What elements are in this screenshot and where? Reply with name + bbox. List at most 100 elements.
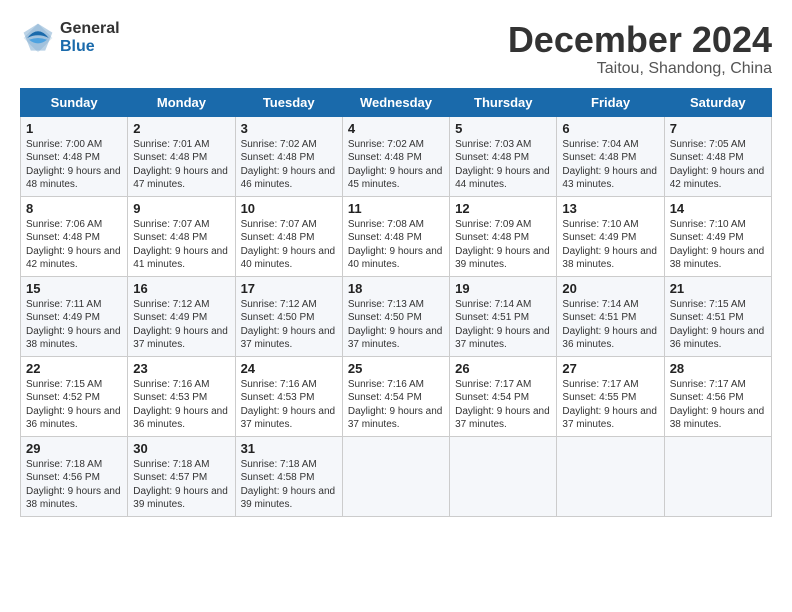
cell-sunrise: Sunrise: 7:10 AM <box>562 219 638 230</box>
table-row: 9 Sunrise: 7:07 AM Sunset: 4:48 PM Dayli… <box>128 196 235 276</box>
table-row: 21 Sunrise: 7:15 AM Sunset: 4:51 PM Dayl… <box>664 276 771 356</box>
table-row: 31 Sunrise: 7:18 AM Sunset: 4:58 PM Dayl… <box>235 436 342 516</box>
cell-sunset: Sunset: 4:48 PM <box>241 152 315 163</box>
cell-sunset: Sunset: 4:49 PM <box>26 312 100 323</box>
cell-sunrise: Sunrise: 7:18 AM <box>133 459 209 470</box>
cell-sunset: Sunset: 4:49 PM <box>133 312 207 323</box>
day-number: 25 <box>348 361 444 376</box>
cell-sunset: Sunset: 4:50 PM <box>241 312 315 323</box>
day-number: 3 <box>241 121 337 136</box>
table-row: 14 Sunrise: 7:10 AM Sunset: 4:49 PM Dayl… <box>664 196 771 276</box>
cell-daylight: Daylight: 9 hours and 36 minutes. <box>26 406 121 431</box>
day-number: 12 <box>455 201 551 216</box>
table-row: 2 Sunrise: 7:01 AM Sunset: 4:48 PM Dayli… <box>128 116 235 196</box>
cell-sunrise: Sunrise: 7:17 AM <box>562 379 638 390</box>
col-monday: Monday <box>128 88 235 116</box>
cell-sunset: Sunset: 4:51 PM <box>670 312 744 323</box>
cell-daylight: Daylight: 9 hours and 46 minutes. <box>241 166 336 191</box>
cell-sunrise: Sunrise: 7:16 AM <box>348 379 424 390</box>
cell-sunset: Sunset: 4:48 PM <box>26 232 100 243</box>
day-number: 17 <box>241 281 337 296</box>
cell-sunrise: Sunrise: 7:06 AM <box>26 219 102 230</box>
cell-sunrise: Sunrise: 7:14 AM <box>562 299 638 310</box>
table-row: 30 Sunrise: 7:18 AM Sunset: 4:57 PM Dayl… <box>128 436 235 516</box>
table-row <box>557 436 664 516</box>
table-row: 29 Sunrise: 7:18 AM Sunset: 4:56 PM Dayl… <box>21 436 128 516</box>
table-row: 6 Sunrise: 7:04 AM Sunset: 4:48 PM Dayli… <box>557 116 664 196</box>
month-year-title: December 2024 <box>508 20 772 60</box>
col-friday: Friday <box>557 88 664 116</box>
table-row: 11 Sunrise: 7:08 AM Sunset: 4:48 PM Dayl… <box>342 196 449 276</box>
cell-sunset: Sunset: 4:56 PM <box>26 472 100 483</box>
cell-daylight: Daylight: 9 hours and 42 minutes. <box>670 166 765 191</box>
table-row: 22 Sunrise: 7:15 AM Sunset: 4:52 PM Dayl… <box>21 356 128 436</box>
day-number: 23 <box>133 361 229 376</box>
cell-sunrise: Sunrise: 7:11 AM <box>26 299 101 310</box>
day-number: 7 <box>670 121 766 136</box>
cell-sunrise: Sunrise: 7:04 AM <box>562 139 638 150</box>
cell-sunrise: Sunrise: 7:03 AM <box>455 139 531 150</box>
cell-daylight: Daylight: 9 hours and 38 minutes. <box>26 486 121 511</box>
day-number: 21 <box>670 281 766 296</box>
table-row: 4 Sunrise: 7:02 AM Sunset: 4:48 PM Dayli… <box>342 116 449 196</box>
day-number: 31 <box>241 441 337 456</box>
col-wednesday: Wednesday <box>342 88 449 116</box>
cell-sunset: Sunset: 4:56 PM <box>670 392 744 403</box>
table-row: 25 Sunrise: 7:16 AM Sunset: 4:54 PM Dayl… <box>342 356 449 436</box>
calendar-week-row: 29 Sunrise: 7:18 AM Sunset: 4:56 PM Dayl… <box>21 436 772 516</box>
day-number: 30 <box>133 441 229 456</box>
cell-sunrise: Sunrise: 7:05 AM <box>670 139 746 150</box>
table-row: 27 Sunrise: 7:17 AM Sunset: 4:55 PM Dayl… <box>557 356 664 436</box>
cell-sunrise: Sunrise: 7:12 AM <box>241 299 317 310</box>
day-number: 11 <box>348 201 444 216</box>
table-row: 13 Sunrise: 7:10 AM Sunset: 4:49 PM Dayl… <box>557 196 664 276</box>
cell-sunset: Sunset: 4:55 PM <box>562 392 636 403</box>
col-saturday: Saturday <box>664 88 771 116</box>
cell-sunrise: Sunrise: 7:09 AM <box>455 219 531 230</box>
cell-daylight: Daylight: 9 hours and 38 minutes. <box>562 246 657 271</box>
cell-sunrise: Sunrise: 7:17 AM <box>670 379 746 390</box>
logo-icon <box>20 20 56 56</box>
cell-daylight: Daylight: 9 hours and 44 minutes. <box>455 166 550 191</box>
cell-sunset: Sunset: 4:49 PM <box>562 232 636 243</box>
cell-daylight: Daylight: 9 hours and 39 minutes. <box>133 486 228 511</box>
table-row: 23 Sunrise: 7:16 AM Sunset: 4:53 PM Dayl… <box>128 356 235 436</box>
col-thursday: Thursday <box>450 88 557 116</box>
cell-daylight: Daylight: 9 hours and 37 minutes. <box>455 326 550 351</box>
cell-sunrise: Sunrise: 7:10 AM <box>670 219 746 230</box>
cell-sunrise: Sunrise: 7:17 AM <box>455 379 531 390</box>
cell-sunrise: Sunrise: 7:15 AM <box>670 299 746 310</box>
cell-sunset: Sunset: 4:48 PM <box>348 152 422 163</box>
table-row <box>664 436 771 516</box>
cell-sunrise: Sunrise: 7:16 AM <box>133 379 209 390</box>
cell-daylight: Daylight: 9 hours and 36 minutes. <box>133 406 228 431</box>
cell-sunset: Sunset: 4:58 PM <box>241 472 315 483</box>
day-number: 9 <box>133 201 229 216</box>
cell-sunset: Sunset: 4:52 PM <box>26 392 100 403</box>
cell-sunset: Sunset: 4:48 PM <box>133 232 207 243</box>
cell-sunrise: Sunrise: 7:07 AM <box>241 219 317 230</box>
calendar-header-row: Sunday Monday Tuesday Wednesday Thursday… <box>21 88 772 116</box>
cell-sunset: Sunset: 4:49 PM <box>670 232 744 243</box>
table-row: 19 Sunrise: 7:14 AM Sunset: 4:51 PM Dayl… <box>450 276 557 356</box>
cell-sunset: Sunset: 4:50 PM <box>348 312 422 323</box>
cell-sunset: Sunset: 4:48 PM <box>670 152 744 163</box>
table-row: 10 Sunrise: 7:07 AM Sunset: 4:48 PM Dayl… <box>235 196 342 276</box>
col-sunday: Sunday <box>21 88 128 116</box>
table-row: 20 Sunrise: 7:14 AM Sunset: 4:51 PM Dayl… <box>557 276 664 356</box>
cell-daylight: Daylight: 9 hours and 38 minutes. <box>670 406 765 431</box>
logo-general-text: General <box>60 20 120 38</box>
cell-sunrise: Sunrise: 7:02 AM <box>348 139 424 150</box>
cell-daylight: Daylight: 9 hours and 37 minutes. <box>455 406 550 431</box>
table-row <box>450 436 557 516</box>
cell-sunset: Sunset: 4:48 PM <box>348 232 422 243</box>
day-number: 16 <box>133 281 229 296</box>
day-number: 13 <box>562 201 658 216</box>
cell-sunrise: Sunrise: 7:18 AM <box>26 459 102 470</box>
cell-daylight: Daylight: 9 hours and 38 minutes. <box>26 326 121 351</box>
cell-daylight: Daylight: 9 hours and 37 minutes. <box>562 406 657 431</box>
day-number: 24 <box>241 361 337 376</box>
table-row: 1 Sunrise: 7:00 AM Sunset: 4:48 PM Dayli… <box>21 116 128 196</box>
day-number: 5 <box>455 121 551 136</box>
cell-daylight: Daylight: 9 hours and 37 minutes. <box>348 406 443 431</box>
